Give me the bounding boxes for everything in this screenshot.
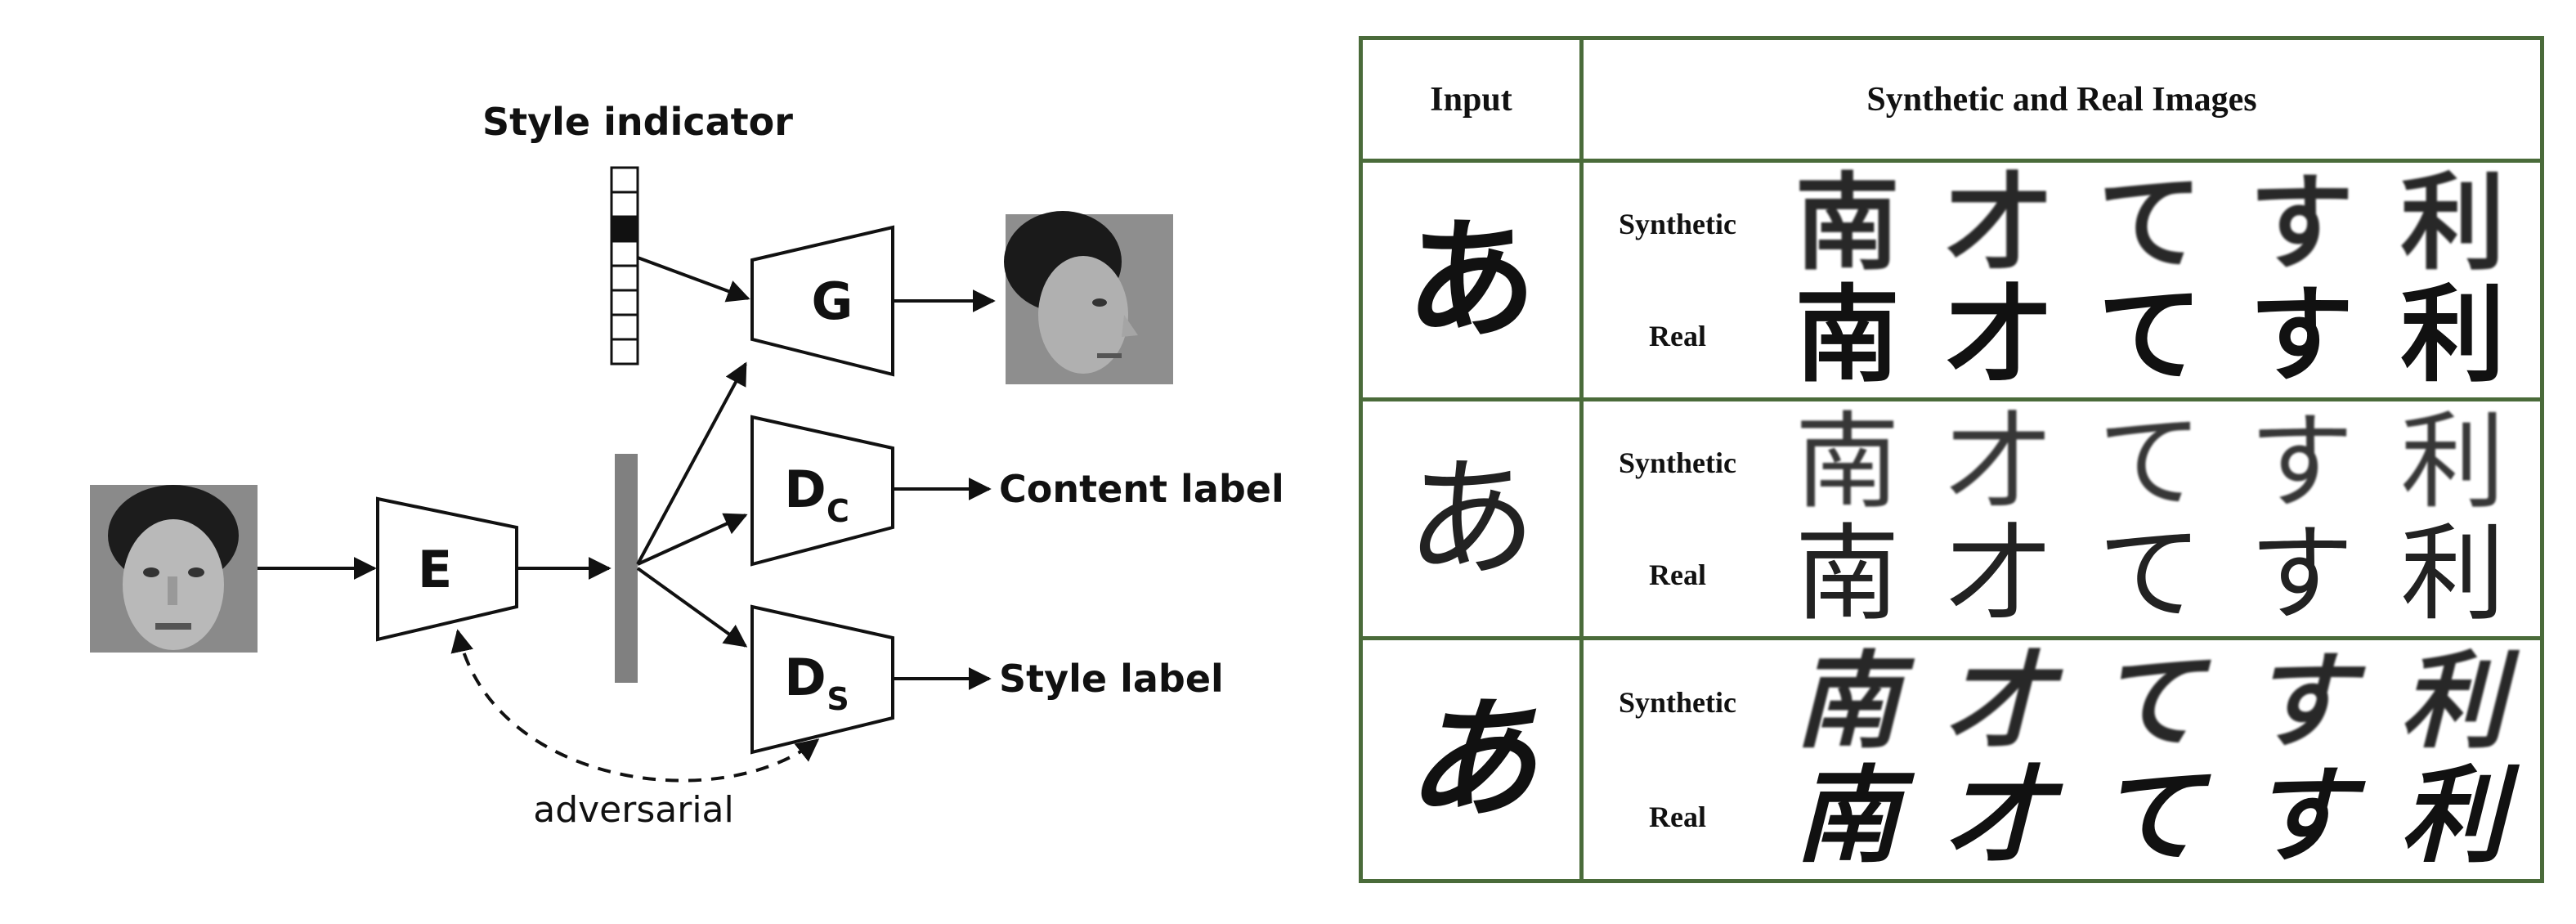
synthetic-glyph: 才 (1946, 401, 2051, 523)
synthetic-glyph: 利 (2400, 641, 2506, 763)
synthetic-row-label: Synthetic (1619, 446, 1736, 479)
real-glyph: 才 (1946, 756, 2051, 877)
synthetic-glyph: す (2249, 401, 2354, 523)
real-glyph: す (2249, 756, 2354, 877)
architecture-diagram: E Style indicator G D C Content label D … (90, 100, 1284, 831)
real-row-label: Real (1649, 558, 1706, 592)
content-discriminator-block: D C (750, 415, 894, 567)
content-label-text: Content label (999, 467, 1284, 511)
real-glyph: 才 (1946, 514, 2051, 636)
input-glyph: あ (1405, 203, 1537, 357)
arrow-latent-to-generator (636, 361, 747, 565)
real-glyph: 利 (2400, 756, 2506, 877)
real-glyph: 才 (1946, 275, 2051, 397)
synthetic-glyph: す (2249, 641, 2354, 763)
generator-label: G (812, 271, 853, 331)
synthetic-row-label: Synthetic (1619, 207, 1736, 240)
style-discriminator-sub: S (827, 681, 849, 717)
arrow-latent-to-content-discriminator (637, 513, 748, 566)
header-synthetic-real: Synthetic and Real Images (1584, 40, 2540, 163)
input-cell-light: あ (1363, 401, 1584, 640)
sample-grid: Synthetic 南 才 て す 利 Real 南 才 て す 利 (1584, 401, 2540, 636)
real-glyph: 利 (2400, 514, 2506, 636)
synthetic-glyph: て (2097, 401, 2202, 523)
encoder-block: E (376, 496, 518, 642)
synthetic-glyph: 南 (1794, 162, 1900, 285)
real-glyph: て (2097, 514, 2202, 636)
output-face-image (1004, 211, 1173, 384)
content-discriminator-sub: C (827, 493, 849, 529)
arrow-latent-to-style-discriminator (636, 567, 748, 648)
synthetic-glyph: て (2097, 641, 2202, 763)
samples-cell-bold: Synthetic 南 才 て す 利 Real 南 才 て す 利 (1584, 163, 2540, 401)
real-glyph: 利 (2400, 275, 2506, 397)
synthetic-glyph: 利 (2400, 401, 2506, 523)
input-glyph: あ (1405, 442, 1537, 595)
arrow-style-to-generator (637, 256, 750, 303)
sample-grid: Synthetic 南 才 て す 利 Real 南 才 て す 利 (1584, 640, 2540, 879)
input-face-image (90, 485, 258, 653)
synthetic-glyph: 南 (1794, 401, 1900, 523)
real-glyph: 南 (1794, 275, 1900, 397)
real-glyph: て (2097, 275, 2202, 397)
samples-cell-light: Synthetic 南 才 て す 利 Real 南 才 て す 利 (1584, 401, 2540, 640)
results-table: Input Synthetic and Real Images あ Synthe… (1359, 36, 2544, 883)
input-cell-brush: あ (1363, 640, 1584, 879)
content-discriminator-main: D (784, 460, 826, 519)
real-glyph: て (2097, 756, 2202, 877)
synthetic-glyph: 利 (2400, 162, 2506, 285)
style-discriminator-main: D (784, 648, 826, 707)
real-row-label: Real (1649, 320, 1706, 353)
adversarial-label: adversarial (533, 789, 733, 831)
input-glyph: あ (1405, 683, 1537, 836)
style-indicator-label: Style indicator (482, 100, 793, 144)
synthetic-glyph: 南 (1794, 641, 1900, 763)
style-indicator-vector (610, 166, 639, 366)
real-glyph: 南 (1794, 756, 1900, 877)
samples-cell-brush: Synthetic 南 才 て す 利 Real 南 才 て す 利 (1584, 640, 2540, 879)
input-cell-bold: あ (1363, 163, 1584, 401)
synthetic-row-label: Synthetic (1619, 686, 1736, 719)
synthetic-glyph: 才 (1946, 162, 2051, 285)
synthetic-glyph: て (2097, 162, 2202, 285)
latent-code-bar (615, 454, 638, 683)
sample-grid: Synthetic 南 才 て す 利 Real 南 才 て す 利 (1584, 163, 2540, 397)
real-row-label: Real (1649, 801, 1706, 833)
style-label-text: Style label (999, 657, 1224, 701)
real-glyph: す (2249, 275, 2354, 397)
header-input: Input (1363, 40, 1584, 163)
encoder-label: E (418, 540, 452, 599)
style-discriminator-block: D S (750, 604, 894, 755)
generator-block: G (750, 225, 894, 377)
real-glyph: す (2249, 514, 2354, 636)
real-glyph: 南 (1794, 514, 1900, 636)
synthetic-glyph: 才 (1946, 641, 2051, 763)
synthetic-glyph: す (2249, 162, 2354, 285)
